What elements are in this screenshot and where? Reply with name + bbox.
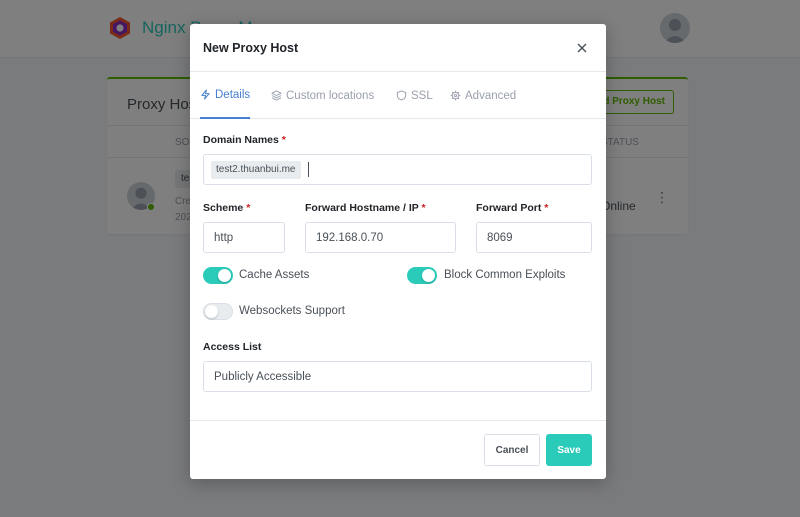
tab-details[interactable]: Details xyxy=(200,72,251,119)
toggle-knob xyxy=(422,269,435,282)
tab-advanced-label: Advanced xyxy=(465,89,517,102)
close-icon xyxy=(577,43,587,53)
required-mark: * xyxy=(246,202,251,214)
required-mark: * xyxy=(281,134,286,146)
block-common-exploits-label: Block Common Exploits xyxy=(444,269,566,281)
forward-port-label-text: Forward Port xyxy=(476,202,542,214)
tab-custom-locations[interactable]: Custom locations xyxy=(271,72,374,119)
access-list-select[interactable]: Publicly Accessible xyxy=(203,361,592,392)
toggle-knob xyxy=(205,305,218,318)
required-mark: * xyxy=(544,202,549,214)
scheme-input[interactable]: http xyxy=(203,222,285,253)
forward-hostname-label-text: Forward Hostname / IP xyxy=(305,202,419,214)
forward-hostname-input[interactable]: 192.168.0.70 xyxy=(305,222,456,253)
domain-chip[interactable]: test2.thuanbui.me xyxy=(211,160,301,179)
layers-icon xyxy=(271,90,282,101)
text-caret xyxy=(307,162,309,177)
modal-header: New Proxy Host xyxy=(190,24,606,72)
modal-title: New Proxy Host xyxy=(203,41,299,55)
tab-ssl[interactable]: SSL xyxy=(396,72,433,119)
modal-tabs: Details Custom locations SSL Advanced xyxy=(190,72,606,119)
close-button[interactable] xyxy=(572,38,592,58)
toggle-knob xyxy=(218,269,231,282)
cancel-button[interactable]: Cancel xyxy=(484,434,540,466)
gear-icon xyxy=(450,90,461,101)
required-mark: * xyxy=(421,202,426,214)
scheme-label-text: Scheme xyxy=(203,202,244,214)
websockets-support-toggle[interactable] xyxy=(203,303,233,320)
cache-assets-label: Cache Assets xyxy=(239,269,310,281)
new-proxy-host-modal: New Proxy Host Details Custom locations … xyxy=(190,24,606,479)
modal-footer: Cancel Save xyxy=(190,420,606,479)
cache-assets-toggle[interactable] xyxy=(203,267,233,284)
tab-ssl-label: SSL xyxy=(411,89,433,102)
lightning-icon xyxy=(201,89,210,100)
forward-port-input[interactable]: 8069 xyxy=(476,222,592,253)
access-list-label: Access List xyxy=(203,341,262,353)
forward-hostname-label: Forward Hostname / IP * xyxy=(305,202,426,214)
tab-custom-locations-label: Custom locations xyxy=(286,89,375,102)
save-button[interactable]: Save xyxy=(546,434,592,466)
websockets-support-label: Websockets Support xyxy=(239,305,345,317)
block-common-exploits-toggle[interactable] xyxy=(407,267,437,284)
tab-details-label: Details xyxy=(215,88,251,101)
shield-icon xyxy=(396,90,407,101)
forward-port-label: Forward Port * xyxy=(476,202,548,214)
domain-names-input[interactable]: test2.thuanbui.me xyxy=(203,154,592,185)
tab-advanced[interactable]: Advanced xyxy=(450,72,516,119)
scheme-label: Scheme * xyxy=(203,202,250,214)
domain-names-label: Domain Names * xyxy=(203,134,286,146)
domain-names-label-text: Domain Names xyxy=(203,134,279,146)
